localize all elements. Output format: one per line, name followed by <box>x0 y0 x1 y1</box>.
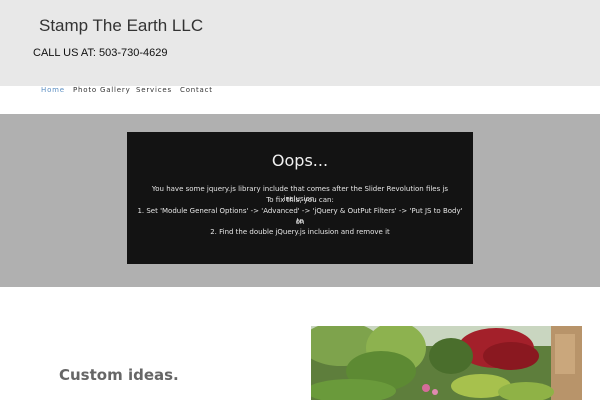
garden-photo <box>311 326 582 400</box>
error-message-line: To fix this, you can: <box>266 196 334 204</box>
nav-services[interactable]: Services <box>136 86 172 94</box>
error-message-line: on <box>295 218 305 226</box>
nav-home[interactable]: Home <box>41 86 65 94</box>
slider-error-box: Oops... You have some jquery.js library … <box>127 132 473 264</box>
section-heading: Custom ideas. <box>59 366 179 384</box>
call-us-phone: CALL US AT: 503-730-4629 <box>33 47 168 59</box>
site-title[interactable]: Stamp The Earth LLC <box>39 16 203 36</box>
slider-area: Oops... You have some jquery.js library … <box>0 114 600 287</box>
main-nav: Home Photo Gallery Services Contact <box>0 86 600 114</box>
error-message-line: 2. Find the double jQuery.js inclusion a… <box>210 228 390 236</box>
nav-photo-gallery[interactable]: Photo Gallery <box>73 86 131 94</box>
error-title: Oops... <box>271 151 329 170</box>
site-header: Stamp The Earth LLC CALL US AT: 503-730-… <box>0 0 600 86</box>
nav-contact[interactable]: Contact <box>180 86 213 94</box>
